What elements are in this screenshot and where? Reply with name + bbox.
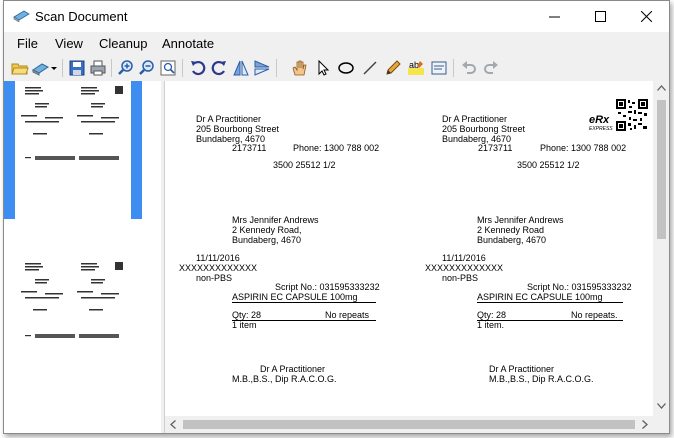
scanner-app-icon bbox=[13, 10, 30, 22]
undo-icon[interactable] bbox=[460, 59, 478, 77]
toolbar-separator bbox=[182, 59, 183, 77]
horizontal-scrollbar[interactable] bbox=[165, 416, 653, 433]
doctor-qualifications: M.B.,B.S., Dip R.A.C.O.G. bbox=[489, 374, 594, 384]
signature-name: Dr A Practitioner bbox=[260, 364, 326, 374]
qr-code bbox=[616, 99, 648, 131]
pbs-status: non-PBS bbox=[442, 273, 479, 283]
pbs-status: non-PBS bbox=[196, 273, 233, 283]
zoom-in-icon[interactable] bbox=[117, 59, 135, 77]
drug-repeats: No repeats. bbox=[571, 310, 618, 320]
menu-cleanup[interactable]: Cleanup bbox=[99, 36, 147, 51]
doctor-name: Dr A Practitioner bbox=[442, 114, 508, 124]
rotate-right-icon[interactable] bbox=[210, 59, 228, 77]
scan-icon[interactable] bbox=[31, 59, 49, 77]
close-button[interactable] bbox=[623, 1, 669, 32]
doctor-phone: Phone: 1300 788 002 bbox=[293, 143, 380, 153]
scan-document-window: Scan Document File View Cleanup Annotate bbox=[3, 0, 670, 434]
toolbar-separator bbox=[111, 59, 112, 77]
script-date: 11/11/2016 bbox=[442, 253, 486, 263]
medicare-number: XXXXXXXXXXXXX bbox=[179, 263, 258, 273]
patient-address-line2: Bundaberg, 4670 bbox=[477, 235, 547, 245]
flip-horizontal-icon[interactable] bbox=[253, 59, 271, 77]
scrollbar-corner bbox=[653, 416, 669, 433]
dropdown-arrow-icon[interactable] bbox=[50, 59, 58, 77]
print-icon[interactable] bbox=[89, 59, 107, 77]
drug-underline bbox=[477, 302, 623, 303]
menu-view[interactable]: View bbox=[55, 36, 83, 51]
script-number: Script No.: 031595333232 bbox=[275, 282, 380, 292]
prescriber-number: 2173711 bbox=[478, 143, 513, 153]
script-reference: 3500 25512 1/2 bbox=[273, 160, 336, 170]
menu-bar: File View Cleanup Annotate bbox=[4, 32, 669, 56]
toolbar: ab bbox=[4, 56, 669, 81]
rotate-left-icon[interactable] bbox=[189, 59, 207, 77]
open-folder-icon[interactable] bbox=[11, 59, 29, 77]
maximize-button[interactable] bbox=[577, 1, 623, 32]
redo-icon[interactable] bbox=[482, 59, 500, 77]
erx-logo-express: EXPRESS bbox=[589, 126, 613, 132]
doctor-address-line1: 205 Bourbong Street bbox=[196, 124, 280, 134]
drug-name: ASPIRIN EC CAPSULE 100mg bbox=[232, 292, 358, 302]
scroll-right-arrow-icon[interactable] bbox=[642, 420, 648, 429]
close-icon bbox=[640, 11, 652, 22]
vertical-scroll-thumb[interactable] bbox=[657, 100, 666, 239]
scroll-left-arrow-icon[interactable] bbox=[170, 420, 176, 429]
doctor-name: Dr A Practitioner bbox=[196, 114, 262, 124]
page-thumbnail-2[interactable] bbox=[15, 257, 131, 357]
menu-annotate[interactable]: Annotate bbox=[162, 36, 214, 51]
signature-name: Dr A Practitioner bbox=[489, 364, 555, 374]
toolbar-separator bbox=[453, 59, 454, 77]
patient-address-line2: Bundaberg, 4670 bbox=[232, 235, 302, 245]
pen-icon[interactable] bbox=[384, 59, 402, 77]
toolbar-separator bbox=[62, 59, 63, 77]
script-reference: 3500 25512 1/2 bbox=[517, 160, 580, 170]
ellipse-icon[interactable] bbox=[337, 59, 355, 77]
doctor-address-line1: 205 Bourbong Street bbox=[442, 124, 526, 134]
drug-name: ASPIRIN EC CAPSULE 100mg bbox=[477, 292, 603, 302]
horizontal-scroll-thumb[interactable] bbox=[183, 420, 635, 429]
menu-file[interactable]: File bbox=[17, 36, 38, 51]
drug-repeats: No repeats bbox=[325, 310, 370, 320]
medicare-number: XXXXXXXXXXXXX bbox=[425, 263, 504, 273]
line-icon[interactable] bbox=[361, 59, 379, 77]
maximize-icon bbox=[594, 11, 606, 22]
page-thumbnail-1[interactable] bbox=[15, 81, 131, 219]
zoom-fit-icon[interactable] bbox=[159, 59, 177, 77]
drug-quantity: Qty: 28 bbox=[232, 310, 262, 320]
thumbnail-pane[interactable] bbox=[4, 81, 161, 433]
note-icon[interactable] bbox=[430, 59, 448, 77]
doctor-phone: Phone: 1300 788 002 bbox=[540, 143, 627, 153]
drug-underline bbox=[232, 302, 376, 303]
toolbar-separator bbox=[276, 59, 277, 77]
svg-text:ab: ab bbox=[409, 60, 419, 70]
item-count: 1 item. bbox=[477, 320, 505, 330]
minimize-button[interactable] bbox=[531, 1, 577, 32]
zoom-out-icon[interactable] bbox=[138, 59, 156, 77]
patient-name: Mrs Jennifer Andrews bbox=[232, 215, 319, 225]
window-title: Scan Document bbox=[35, 9, 128, 24]
save-icon[interactable] bbox=[68, 59, 86, 77]
patient-name: Mrs Jennifer Andrews bbox=[477, 215, 564, 225]
scroll-up-arrow-icon[interactable] bbox=[657, 85, 666, 91]
highlight-text-icon[interactable]: ab bbox=[407, 59, 425, 77]
patient-address-line1: 2 Kennedy Road, bbox=[232, 225, 302, 235]
vertical-scrollbar[interactable] bbox=[653, 81, 669, 416]
select-pointer-icon[interactable] bbox=[314, 59, 332, 77]
pan-hand-icon[interactable] bbox=[290, 59, 308, 77]
script-date: 11/11/2016 bbox=[196, 253, 240, 263]
patient-address-line1: 2 Kennedy Road bbox=[477, 225, 545, 235]
scroll-down-arrow-icon[interactable] bbox=[657, 403, 666, 409]
flip-vertical-icon[interactable] bbox=[232, 59, 250, 77]
prescriber-number: 2173711 bbox=[232, 143, 267, 153]
drug-quantity: Qty: 28 bbox=[477, 310, 507, 320]
minimize-icon bbox=[548, 16, 560, 18]
item-count: 1 item bbox=[232, 320, 257, 330]
erx-logo: eRx bbox=[589, 114, 610, 126]
doctor-qualifications: M.B.,B.S., Dip R.A.C.O.G. bbox=[232, 374, 337, 384]
script-number: Script No.: 031595333232 bbox=[527, 282, 632, 292]
document-viewer[interactable]: Dr A Practitioner 205 Bourbong Street Bu… bbox=[164, 81, 669, 433]
title-bar[interactable]: Scan Document bbox=[4, 1, 669, 32]
